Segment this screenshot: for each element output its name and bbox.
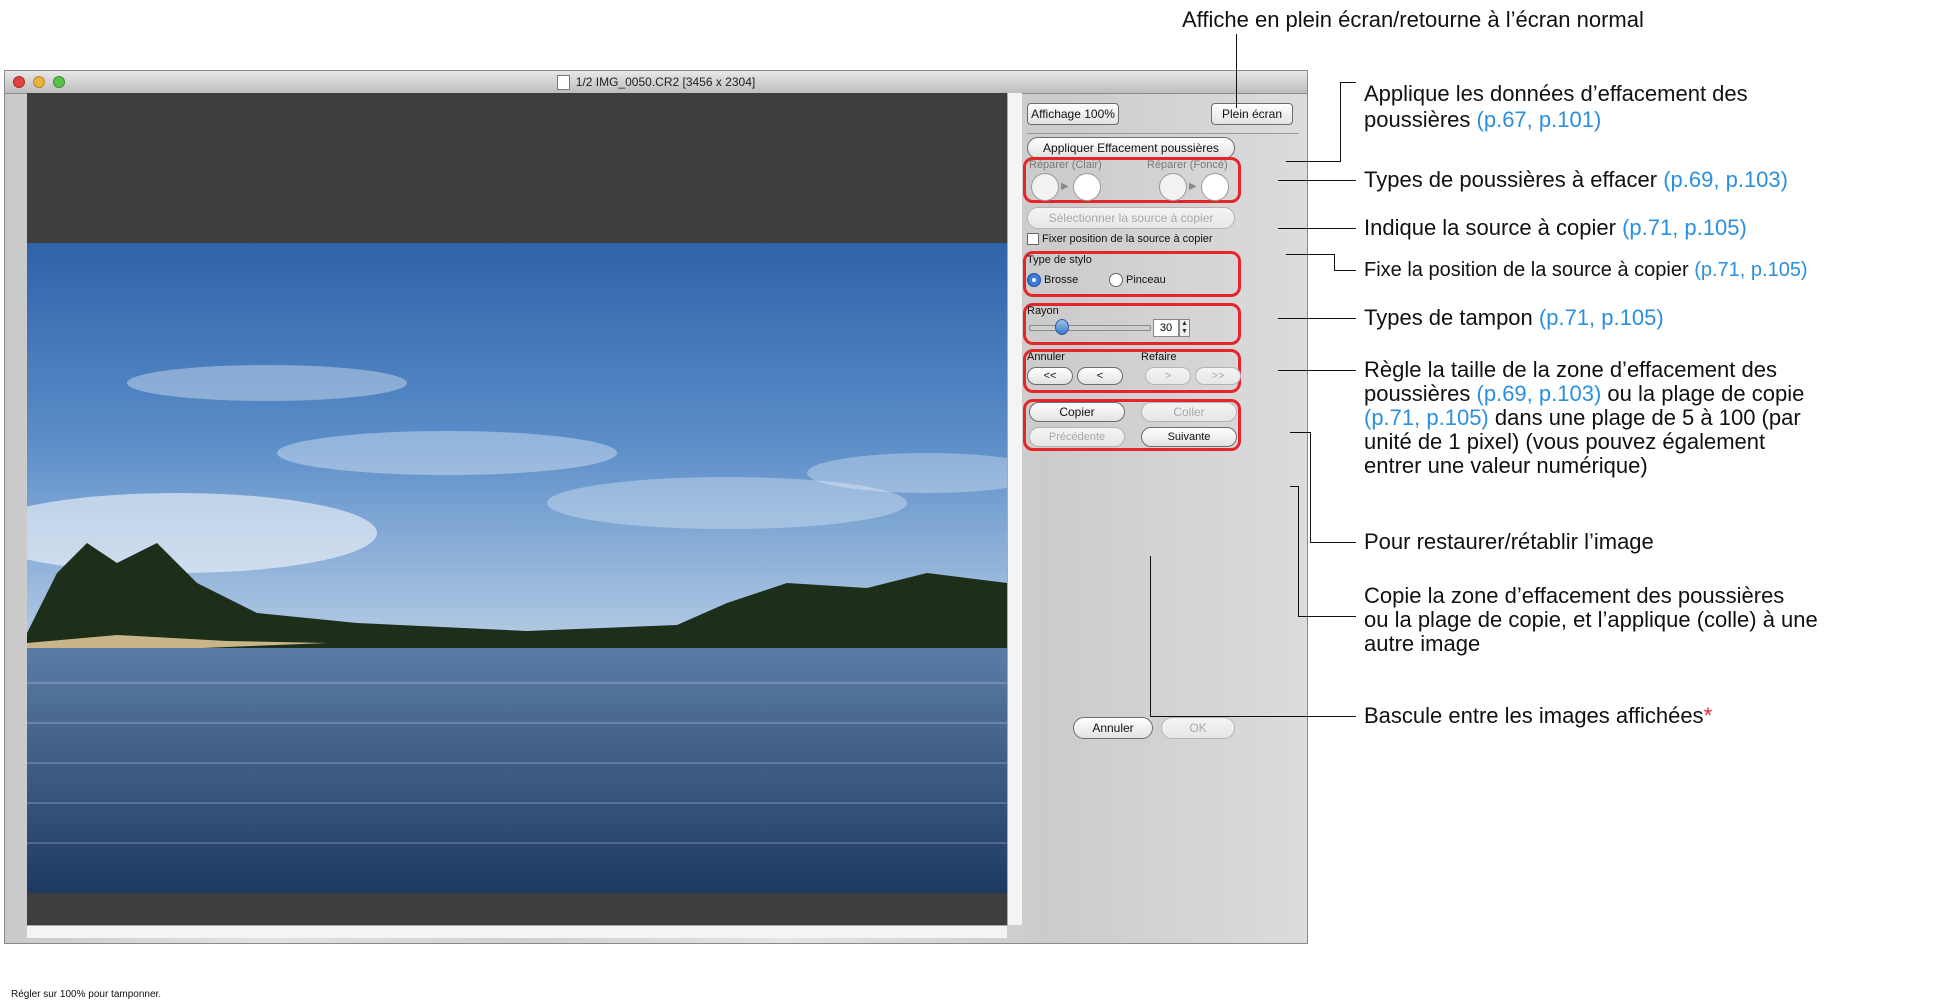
pen-brush-radio[interactable]: Brosse: [1027, 273, 1078, 287]
annotation-restore: Pour restaurer/rétablir l’image: [1364, 529, 1654, 554]
title-bar[interactable]: 1/2 IMG_0050.CR2 [3456 x 2304]: [5, 71, 1307, 94]
divider: [1027, 133, 1299, 134]
annotation-copy-source: Indique la source à copier (p.71, p.105): [1364, 215, 1747, 240]
window-title: 1/2 IMG_0050.CR2 [3456 x 2304]: [575, 75, 756, 89]
redo-all-button[interactable]: >>: [1195, 367, 1241, 385]
annotation-switch: Bascule entre les images affichées*: [1364, 703, 1713, 728]
callout-line: [1290, 432, 1310, 433]
checkbox-icon[interactable]: [1027, 233, 1039, 246]
apply-dust-delete-button[interactable]: Appliquer Effacement poussières: [1027, 137, 1235, 159]
clean-spot-icon: [1073, 173, 1101, 201]
annotation-radius-5: entrer une valeur numérique): [1364, 453, 1648, 478]
annotation-apply-dust-1: Applique les données d’effacement des: [1364, 81, 1748, 106]
callout-line: [1286, 254, 1334, 255]
callout-line: [1310, 542, 1356, 543]
previous-image-button[interactable]: Précédente: [1029, 427, 1125, 447]
radius-input[interactable]: 30: [1153, 319, 1179, 337]
next-image-button[interactable]: Suivante: [1141, 427, 1237, 447]
radio-selected-icon[interactable]: [1027, 273, 1041, 287]
annotation-copy-2: ou la plage de copie, et l’applique (col…: [1364, 607, 1818, 632]
repair-dark-button[interactable]: ▶: [1155, 173, 1239, 203]
pen-pencil-radio[interactable]: Pinceau: [1109, 273, 1166, 287]
repair-dark-label: Réparer (Foncé): [1147, 159, 1228, 171]
pencil-label: Pinceau: [1126, 273, 1166, 286]
stepper-icon[interactable]: ▲ ▼: [1179, 319, 1190, 337]
arrow-icon: ▶: [1189, 181, 1197, 192]
repair-light-label: Réparer (Clair): [1029, 159, 1102, 171]
radio-unselected-icon[interactable]: [1109, 273, 1123, 287]
fix-source-checkbox[interactable]: Fixer position de la source à copier: [1027, 233, 1213, 246]
slider-thumb[interactable]: [1055, 319, 1069, 335]
callout-line: [1290, 486, 1298, 487]
lake-image: [27, 243, 1007, 893]
annotation-copy-1: Copie la zone d’effacement des poussière…: [1364, 583, 1785, 608]
callout-line: [1278, 180, 1356, 181]
image-viewer[interactable]: [27, 93, 1007, 925]
view-100-button[interactable]: Affichage 100%: [1027, 103, 1119, 125]
undo-all-button[interactable]: <<: [1027, 367, 1073, 385]
annotation-dust-types: Types de poussières à effacer (p.69, p.1…: [1364, 167, 1788, 192]
annotation-fix-source: Fixe la position de la source à copier (…: [1364, 259, 1808, 281]
vertical-scrollbar[interactable]: [1007, 93, 1022, 925]
select-copy-source-button[interactable]: Sélectionner la source à copier: [1027, 207, 1235, 229]
callout-line: [1236, 34, 1237, 108]
dark-spot-icon: [1159, 173, 1187, 201]
minimize-icon[interactable]: [33, 76, 45, 88]
callout-line: [1298, 486, 1299, 616]
radius-slider[interactable]: [1029, 325, 1151, 331]
repair-light-button[interactable]: ▶: [1027, 173, 1111, 203]
annotation-radius-3: (p.71, p.105) dans une plage de 5 à 100 …: [1364, 405, 1801, 430]
pen-type-label: Type de stylo: [1027, 254, 1092, 266]
callout-line: [1334, 254, 1335, 270]
horizontal-scrollbar[interactable]: [27, 925, 1007, 938]
annotation-fullscreen: Affiche en plein écran/retourne à l’écra…: [1182, 7, 1644, 32]
stamp-controls-panel: Affichage 100% Plein écran Appliquer Eff…: [1021, 93, 1309, 945]
arrow-icon: ▶: [1061, 181, 1069, 192]
photo-lake[interactable]: [27, 243, 1007, 893]
fix-source-label: Fixer position de la source à copier: [1042, 233, 1213, 245]
annotation-radius-4: unité de 1 pixel) (vous pouvez également: [1364, 429, 1766, 454]
clean-spot-icon: [1201, 173, 1229, 201]
callout-line: [1334, 270, 1356, 271]
status-text: Régler sur 100% pour tamponner.: [11, 989, 162, 1000]
redo-button[interactable]: >: [1145, 367, 1191, 385]
brush-label: Brosse: [1044, 273, 1079, 286]
radius-label: Rayon: [1027, 305, 1059, 317]
callout-line: [1150, 556, 1151, 716]
cancel-button[interactable]: Annuler: [1073, 717, 1153, 739]
callout-line: [1150, 716, 1356, 717]
annotation-radius-1: Règle la taille de la zone d’effacement …: [1364, 357, 1777, 382]
document-icon: [556, 75, 570, 91]
ok-button[interactable]: OK: [1161, 717, 1235, 739]
callout-line: [1340, 82, 1356, 83]
copy-button[interactable]: Copier: [1029, 402, 1125, 422]
callout-line: [1278, 318, 1356, 319]
annotation-stamp-types: Types de tampon (p.71, p.105): [1364, 305, 1664, 330]
callout-line: [1278, 228, 1356, 229]
zoom-icon[interactable]: [53, 76, 65, 88]
callout-line: [1278, 370, 1356, 371]
callout-line: [1298, 616, 1356, 617]
annotation-copy-3: autre image: [1364, 631, 1481, 656]
close-icon[interactable]: [13, 76, 25, 88]
undo-button[interactable]: <: [1077, 367, 1123, 385]
stamp-window: 1/2 IMG_0050.CR2 [3456 x 2304] Régler su…: [4, 70, 1309, 1000]
undo-label: Annuler: [1027, 351, 1065, 363]
paste-button[interactable]: Coller: [1141, 402, 1237, 422]
redo-label: Refaire: [1141, 351, 1177, 363]
light-spot-icon: [1031, 173, 1059, 201]
annotation-radius-2: poussières (p.69, p.103) ou la plage de …: [1364, 381, 1805, 406]
callout-line: [1286, 161, 1340, 162]
callout-line: [1310, 432, 1311, 542]
annotation-apply-dust-2: poussières (p.67, p.101): [1364, 107, 1602, 132]
fullscreen-button[interactable]: Plein écran: [1211, 103, 1293, 125]
callout-line: [1340, 82, 1341, 162]
